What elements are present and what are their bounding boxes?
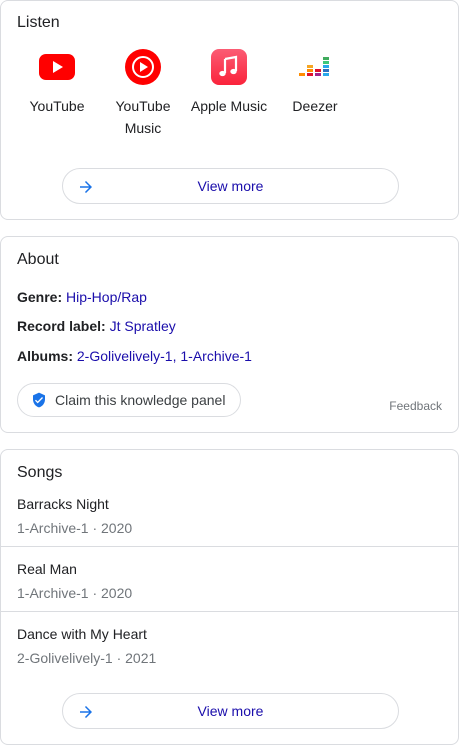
deezer-icon	[297, 49, 333, 85]
listen-view-more-button[interactable]: View more	[62, 168, 399, 204]
record-label-key: Record label:	[17, 318, 106, 334]
song-meta: 1-Archive-1 · 2020	[17, 520, 133, 536]
genre-link[interactable]: Hip-Hop/Rap	[66, 289, 147, 305]
provider-label: Deezer	[292, 98, 338, 114]
album-link[interactable]: 2-Golivelively-1	[77, 348, 173, 364]
albums-key: Albums:	[17, 348, 73, 364]
about-card: About Genre: Hip-Hop/Rap Record label: J…	[0, 236, 459, 433]
albums-row: Albums: 2-Golivelively-1, 1-Archive-1	[17, 346, 252, 366]
record-label-row: Record label: Jt Spratley	[17, 316, 176, 336]
view-more-label: View more	[197, 178, 264, 194]
genre-key: Genre:	[17, 289, 63, 305]
arrow-right-icon	[80, 706, 92, 718]
provider-list: YouTube YouTube Music Apple Music Deezer	[14, 49, 358, 139]
album-link[interactable]: 1-Archive-1	[180, 348, 252, 364]
youtube-music-icon	[125, 49, 161, 85]
claim-label: Claim this knowledge panel	[55, 392, 226, 408]
provider-apple-music[interactable]: Apple Music	[186, 49, 272, 139]
arrow-right-icon	[80, 181, 92, 193]
provider-label: Apple Music	[190, 98, 268, 114]
song-name: Real Man	[17, 561, 77, 577]
songs-title: Songs	[17, 464, 63, 481]
song-name: Barracks Night	[17, 496, 109, 512]
claim-panel-button[interactable]: Claim this knowledge panel	[17, 383, 241, 417]
provider-label: YouTube Music	[115, 98, 171, 136]
song-name: Dance with My Heart	[17, 626, 147, 642]
songs-view-more-button[interactable]: View more	[62, 693, 399, 729]
record-label-link[interactable]: Jt Spratley	[110, 318, 176, 334]
youtube-icon	[39, 49, 75, 85]
songs-card: Songs Barracks Night 1-Archive-1 · 2020 …	[0, 449, 459, 745]
feedback-link[interactable]: Feedback	[389, 399, 442, 413]
song-item[interactable]: Dance with My Heart 2-Golivelively-1 · 2…	[1, 626, 458, 676]
provider-youtube-music[interactable]: YouTube Music	[100, 49, 186, 139]
listen-title: Listen	[17, 14, 60, 31]
provider-deezer[interactable]: Deezer	[272, 49, 358, 139]
provider-label: YouTube	[29, 98, 85, 114]
about-title: About	[17, 251, 59, 268]
song-item[interactable]: Barracks Night 1-Archive-1 · 2020	[1, 496, 458, 546]
provider-youtube[interactable]: YouTube	[14, 49, 100, 139]
verified-shield-icon	[33, 392, 45, 408]
genre-row: Genre: Hip-Hop/Rap	[17, 287, 147, 307]
listen-card: Listen YouTube YouTube Music Apple Music…	[0, 0, 459, 220]
divider	[1, 546, 458, 547]
song-item[interactable]: Real Man 1-Archive-1 · 2020	[1, 561, 458, 611]
song-meta: 2-Golivelively-1 · 2021	[17, 650, 157, 666]
song-meta: 1-Archive-1 · 2020	[17, 585, 133, 601]
apple-music-icon	[211, 49, 247, 85]
divider	[1, 611, 458, 612]
view-more-label: View more	[197, 703, 264, 719]
